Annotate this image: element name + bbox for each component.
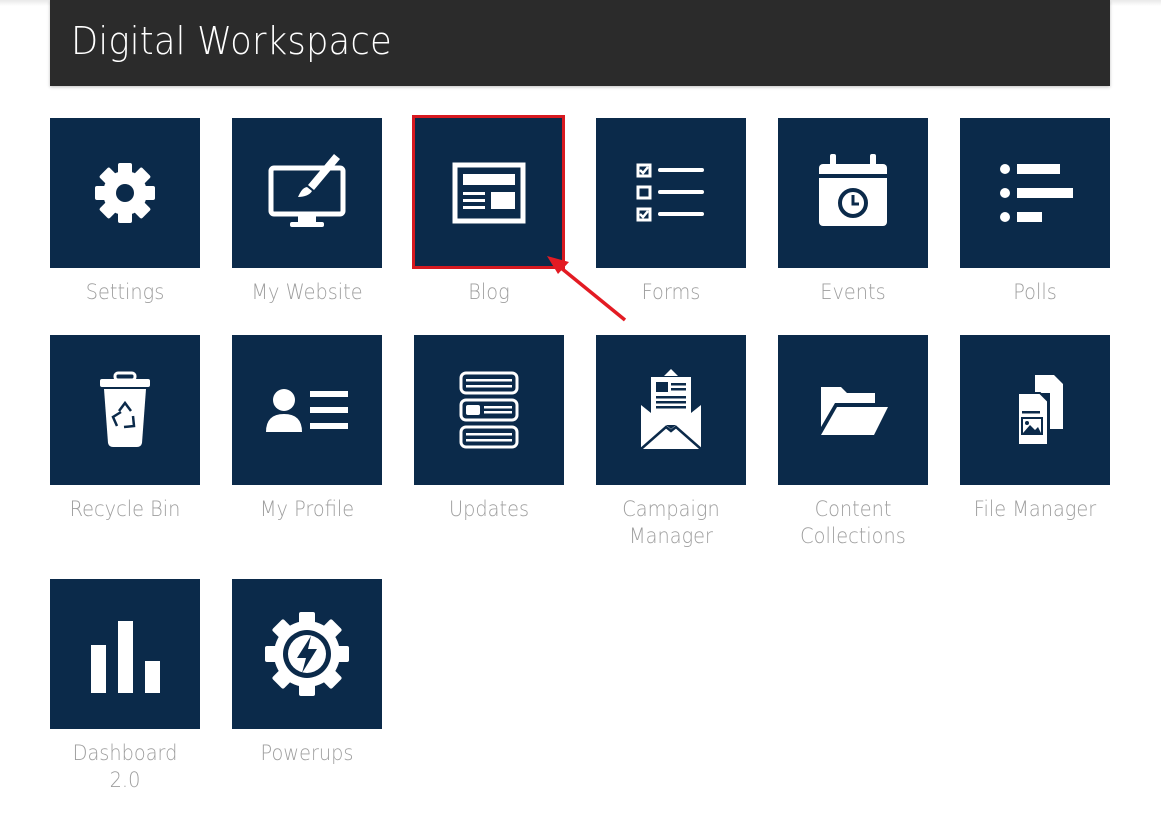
tile-label: Updates (448, 497, 530, 521)
monitor-brush-icon (268, 154, 346, 227)
tile-label: File Manager (973, 497, 1097, 521)
tile-label: Events (820, 280, 886, 304)
tile-polls[interactable]: Polls (960, 118, 1110, 306)
tile-label: Settings (85, 280, 165, 304)
tile-campaign-manager-icon-box[interactable] (596, 335, 746, 485)
tile-forms-icon-box[interactable] (596, 118, 746, 268)
profile-card-icon (266, 389, 348, 432)
tile-file-manager-icon-box[interactable] (960, 335, 1110, 485)
app-tile-grid: Settings My Website Blog Forms Events Po… (50, 115, 1110, 818)
tile-my-website-icon-box[interactable] (232, 118, 382, 268)
calendar-clock-icon (819, 154, 887, 226)
tile-events-icon-box[interactable] (778, 118, 928, 268)
page-title: Digital Workspace (71, 19, 392, 63)
tile-powerups-icon-box[interactable] (232, 579, 382, 729)
blog-layout-icon (452, 162, 526, 224)
tile-label: My Website (251, 280, 363, 304)
tile-label: Campaign Manager (622, 497, 720, 548)
bar-list-icon (1000, 164, 1073, 222)
tile-content-collections[interactable]: Content Collections (778, 335, 928, 550)
tile-label: My Profile (259, 497, 355, 521)
page-header: Digital Workspace (50, 0, 1110, 86)
tile-label: Content Collections (800, 497, 906, 548)
tile-campaign-manager[interactable]: Campaign Manager (596, 335, 746, 550)
tile-label: Recycle Bin (69, 497, 181, 521)
tile-file-manager[interactable]: File Manager (960, 335, 1110, 523)
tile-my-profile[interactable]: My Profile (232, 335, 382, 523)
tile-dashboard[interactable]: Dashboard 2.0 (50, 579, 200, 794)
tile-my-profile-icon-box[interactable] (232, 335, 382, 485)
tile-blog-icon-box[interactable] (414, 118, 564, 268)
tile-settings-icon-box[interactable] (50, 118, 200, 268)
tile-label: Powerups (260, 741, 354, 765)
bar-chart-icon (91, 621, 160, 693)
tile-forms[interactable]: Forms (596, 118, 746, 306)
stacked-list-icon (459, 371, 519, 449)
tile-events[interactable]: Events (778, 118, 928, 306)
tile-label: Dashboard 2.0 (72, 741, 178, 792)
tile-label: Forms (641, 280, 701, 304)
tile-my-website[interactable]: My Website (232, 118, 382, 306)
tile-recycle-bin-icon-box[interactable] (50, 335, 200, 485)
tile-updates-icon-box[interactable] (414, 335, 564, 485)
tile-settings[interactable]: Settings (50, 118, 200, 306)
tile-label: Polls (1013, 280, 1057, 304)
tile-content-collections-icon-box[interactable] (778, 335, 928, 485)
tile-blog[interactable]: Blog (414, 118, 564, 306)
recycle-bin-icon (100, 371, 150, 447)
tile-powerups[interactable]: Powerups (232, 579, 382, 767)
tile-dashboard-icon-box[interactable] (50, 579, 200, 729)
gear-lightning-icon (265, 612, 349, 696)
checklist-icon (636, 163, 704, 222)
tile-polls-icon-box[interactable] (960, 118, 1110, 268)
tile-recycle-bin[interactable]: Recycle Bin (50, 335, 200, 523)
files-icon (1017, 375, 1063, 446)
gear-icon (95, 163, 155, 223)
folder-open-icon (821, 387, 888, 435)
tile-updates[interactable]: Updates (414, 335, 564, 523)
envelope-newsletter-icon (640, 369, 702, 450)
tile-label: Blog (468, 280, 510, 304)
